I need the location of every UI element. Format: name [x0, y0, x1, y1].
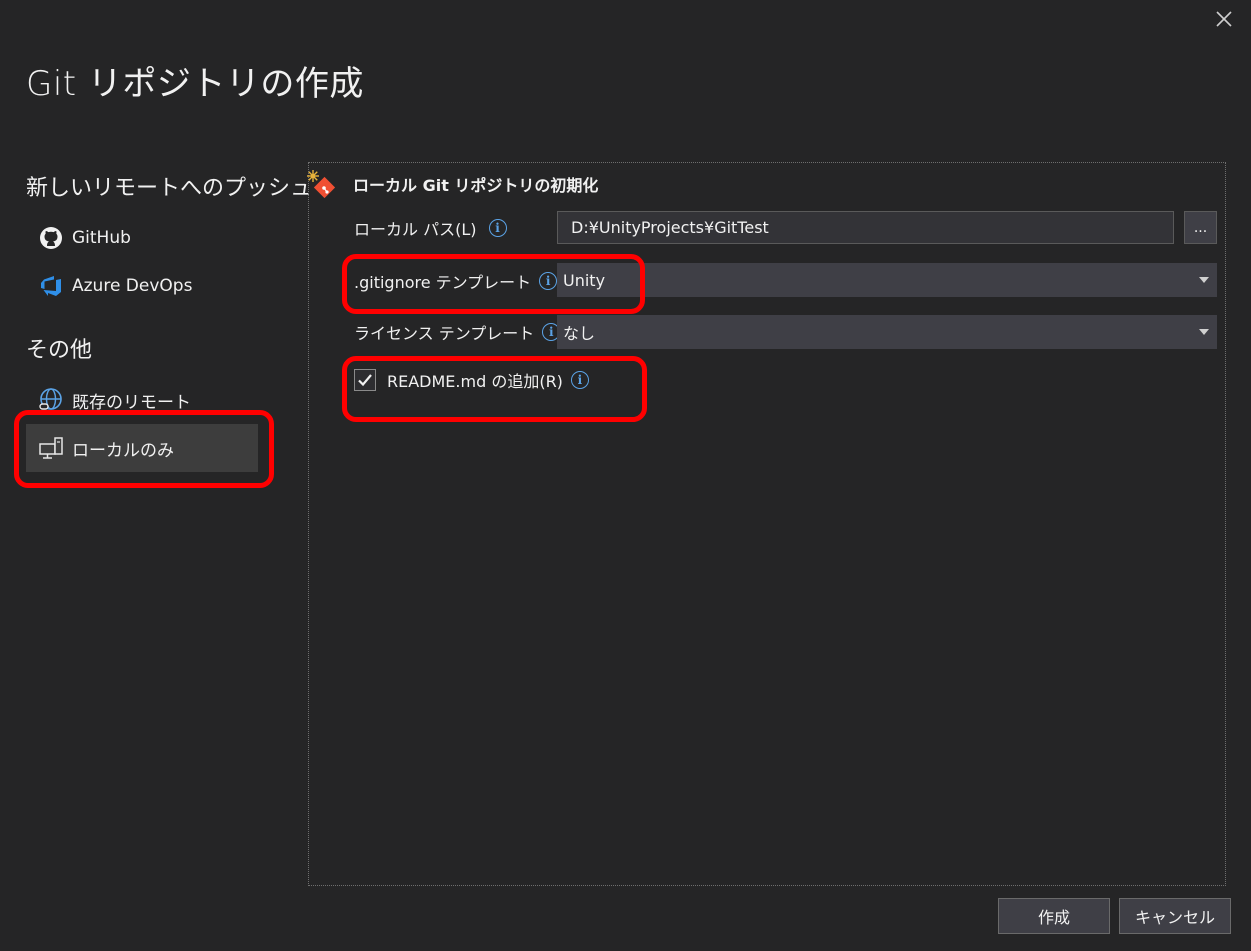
chevron-down-icon — [1199, 329, 1209, 335]
gitignore-row-label: .gitignore テンプレート i — [354, 269, 558, 293]
info-icon[interactable]: i — [570, 371, 589, 389]
dialog-title: Git リポジトリの作成 — [26, 64, 364, 104]
create-button[interactable]: 作成 — [998, 898, 1110, 934]
sidebar-item-existing-remote[interactable]: 既存のリモート — [26, 376, 258, 424]
local-path-input[interactable]: D:¥UnityProjects¥GitTest — [557, 211, 1174, 244]
panel-title: ローカル Git リポジトリの初期化 — [353, 176, 599, 195]
browse-button[interactable]: ... — [1184, 211, 1217, 244]
github-icon — [38, 225, 64, 251]
push-section-heading: 新しいリモートへのプッシュ — [26, 176, 313, 201]
gitignore-template-select[interactable]: Unity — [557, 263, 1217, 297]
sidebar-item-label: ローカルのみ — [72, 440, 174, 461]
gitignore-selected-value: Unity — [563, 270, 606, 290]
sidebar-item-label: Azure DevOps — [72, 276, 193, 296]
gitignore-label: .gitignore テンプレート — [354, 273, 532, 292]
info-icon[interactable]: i — [488, 219, 507, 237]
local-path-label: ローカル パス(L) — [354, 220, 477, 239]
create-git-repository-dialog: Git リポジトリの作成 新しいリモートへのプッシュ GitHub Azure … — [0, 0, 1251, 951]
close-button[interactable] — [1211, 6, 1237, 32]
checkmark-icon — [358, 374, 372, 387]
readme-checkbox[interactable] — [354, 369, 376, 391]
license-selected-value: なし — [563, 324, 596, 343]
info-icon[interactable]: i — [539, 272, 558, 290]
sidebar-item-github[interactable]: GitHub — [26, 214, 258, 262]
license-row-label: ライセンス テンプレート i — [354, 320, 561, 344]
license-label: ライセンス テンプレート — [354, 324, 535, 343]
close-icon — [1216, 11, 1232, 27]
local-path-row-label: ローカル パス(L) i — [354, 216, 507, 240]
git-new-repo-icon — [305, 168, 337, 200]
sidebar-item-label: 既存のリモート — [72, 392, 191, 413]
panel-header: ローカル Git リポジトリの初期化 — [305, 168, 598, 200]
sidebar-item-local-only[interactable]: ローカルのみ — [26, 424, 258, 472]
cancel-button[interactable]: キャンセル — [1119, 898, 1231, 934]
other-section-heading: その他 — [26, 338, 93, 363]
local-computer-icon — [38, 435, 64, 461]
sidebar-item-label: GitHub — [72, 228, 131, 248]
readme-checkbox-row[interactable]: README.md の追加(R) i — [354, 368, 589, 392]
license-template-select[interactable]: なし — [557, 315, 1217, 349]
azure-devops-icon — [38, 273, 64, 299]
readme-label: README.md の追加(R) — [387, 372, 563, 391]
globe-link-icon — [38, 387, 64, 413]
chevron-down-icon — [1199, 277, 1209, 283]
sidebar-item-azure-devops[interactable]: Azure DevOps — [26, 262, 258, 310]
